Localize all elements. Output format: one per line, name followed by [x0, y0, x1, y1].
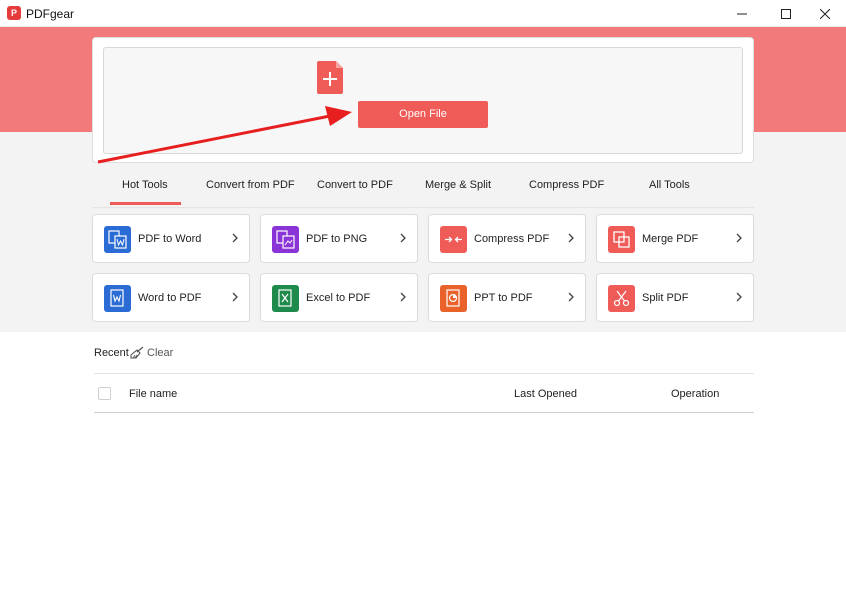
chevron-right-icon: [232, 233, 238, 243]
table-divider: [94, 373, 754, 374]
tab-hot-tools[interactable]: Hot Tools: [122, 179, 168, 191]
minimize-icon: [737, 13, 747, 14]
minimize-button[interactable]: [720, 0, 764, 27]
excel-to-pdf-icon: [272, 285, 299, 312]
pdf-to-word-icon: [104, 226, 131, 253]
chevron-right-icon: [568, 292, 574, 302]
chevron-right-icon: [568, 233, 574, 243]
tool-label: PDF to PNG: [306, 233, 368, 245]
recent-heading: Recent: [94, 347, 129, 359]
app-logo-icon: P: [7, 6, 21, 20]
chevron-right-icon: [400, 292, 406, 302]
scissors-icon: [608, 285, 635, 312]
column-file-name[interactable]: File name: [129, 388, 177, 400]
broom-icon[interactable]: [130, 346, 144, 359]
table-header-divider: [94, 412, 754, 413]
tool-card-compress-pdf[interactable]: Compress PDF: [428, 214, 586, 263]
select-all-checkbox[interactable]: [98, 387, 111, 400]
open-file-card: [92, 37, 754, 163]
open-file-button[interactable]: Open File: [358, 101, 488, 128]
tab-convert-to-pdf[interactable]: Convert to PDF: [317, 179, 393, 191]
tool-label: PPT to PDF: [474, 292, 533, 304]
merge-icon: [608, 226, 635, 253]
tool-card-ppt-to-pdf[interactable]: PPT to PDF: [428, 273, 586, 322]
pdf-to-png-icon: [272, 226, 299, 253]
chevron-right-icon: [400, 233, 406, 243]
tool-label: PDF to Word: [138, 233, 202, 245]
tool-label: Excel to PDF: [306, 292, 371, 304]
tool-card-split-pdf[interactable]: Split PDF: [596, 273, 754, 322]
column-last-opened[interactable]: Last Opened: [514, 388, 577, 400]
tool-label: Merge PDF: [642, 233, 699, 245]
clear-recent-button[interactable]: Clear: [147, 347, 173, 359]
tool-card-excel-to-pdf[interactable]: Excel to PDF: [260, 273, 418, 322]
compress-icon: [440, 226, 467, 253]
title-bar: P PDFgear: [0, 0, 846, 27]
active-tab-indicator: [110, 202, 181, 205]
chevron-right-icon: [736, 233, 742, 243]
add-file-icon[interactable]: [317, 61, 343, 94]
tab-compress-pdf[interactable]: Compress PDF: [529, 179, 604, 191]
tool-label: Split PDF: [642, 292, 689, 304]
tab-convert-from-pdf[interactable]: Convert from PDF: [206, 179, 295, 191]
close-icon: [820, 8, 830, 19]
window-title: PDFgear: [26, 7, 75, 21]
tab-all-tools[interactable]: All Tools: [649, 179, 690, 191]
tool-card-word-to-pdf[interactable]: Word to PDF: [92, 273, 250, 322]
tool-tabs: Hot Tools Convert from PDF Convert to PD…: [92, 170, 754, 208]
maximize-button[interactable]: [764, 0, 808, 27]
column-operation: Operation: [671, 388, 720, 400]
ppt-to-pdf-icon: [440, 285, 467, 312]
tool-card-pdf-to-word[interactable]: PDF to Word: [92, 214, 250, 263]
tool-label: Word to PDF: [138, 292, 202, 304]
tab-merge-split[interactable]: Merge & Split: [425, 179, 491, 191]
tool-card-merge-pdf[interactable]: Merge PDF: [596, 214, 754, 263]
tool-label: Compress PDF: [474, 233, 550, 245]
tool-card-pdf-to-png[interactable]: PDF to PNG: [260, 214, 418, 263]
maximize-icon: [781, 8, 791, 19]
close-button[interactable]: [803, 0, 846, 27]
word-to-pdf-icon: [104, 285, 131, 312]
chevron-right-icon: [736, 292, 742, 302]
chevron-right-icon: [232, 292, 238, 302]
